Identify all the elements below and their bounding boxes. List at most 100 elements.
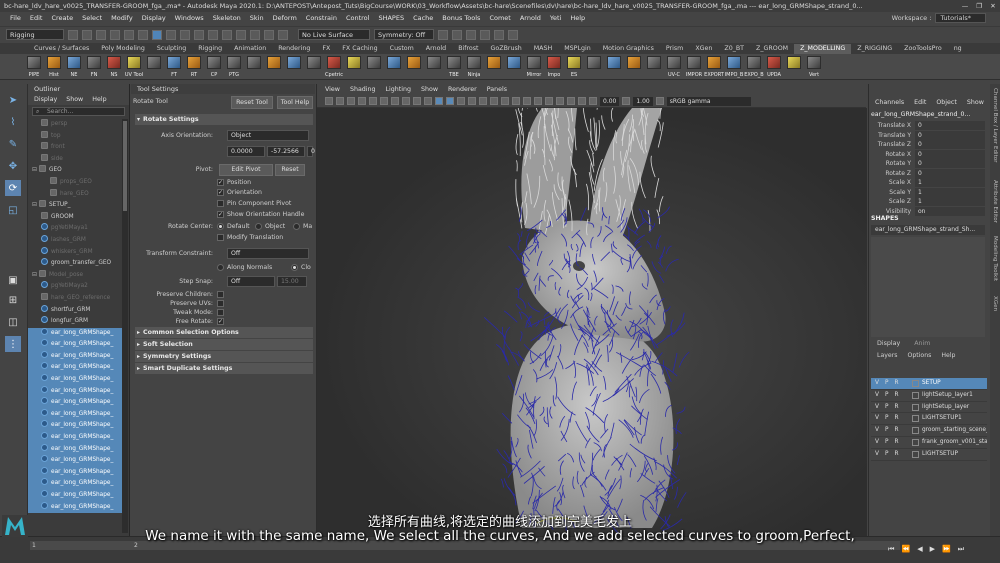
shelf-button[interactable]: Hist [46,55,62,78]
shelf-tab-z-groom[interactable]: Z_GROOM [750,44,794,54]
shelf-button[interactable]: Cpetric [325,55,343,78]
layer-menu-help[interactable]: Help [941,352,955,359]
mask-curves-icon[interactable] [180,29,190,40]
shelf-tab-bifrost[interactable]: Bifrost [452,44,484,54]
reset-pivot-button[interactable]: Reset [275,164,305,176]
outliner-row[interactable]: props_GEO [28,176,122,189]
layer-row[interactable]: VPR LIGHTSETUP [871,449,987,461]
channel-attribute-value[interactable]: 0 [915,149,985,159]
outliner-row[interactable]: ear_long_GRMShape_ [28,408,122,421]
menu-set-dropdown[interactable]: Rigging [6,29,64,40]
shelf-button[interactable]: FN [86,55,102,78]
viewport-menu-lighting[interactable]: Lighting [386,84,411,95]
paint-select-icon[interactable]: ✎ [5,136,21,152]
shelf-button[interactable]: ES [566,55,582,78]
shelf-tab-animation[interactable]: Animation [228,44,272,54]
menu-select[interactable]: Select [82,14,102,22]
camera-attr-icon[interactable] [336,97,344,105]
shelf-button[interactable] [786,55,802,78]
outliner-row[interactable]: ⊟ SETUP_ [28,200,122,212]
layer-vpr-toggles[interactable]: VPR [875,378,905,389]
shelf-tab-curves-surfaces[interactable]: Curves / Surfaces [28,44,95,54]
shelf-tab-arnold[interactable]: Arnold [420,44,452,54]
preserve-uvs-checkbox[interactable] [217,300,224,307]
edit-pivot-button[interactable]: Edit Pivot [219,164,273,176]
layer-vpr-toggles[interactable]: VPR [875,449,905,460]
shelf-tab-z-rigging[interactable]: Z_RIGGING [851,44,898,54]
layer-vpr-toggles[interactable]: VPR [875,413,905,424]
shelf-button[interactable] [286,55,302,78]
outliner-scrollbar[interactable] [122,119,128,533]
select-hierarchy-icon[interactable] [138,29,148,40]
menu-help[interactable]: Help [570,14,585,22]
shelf-tab-rigging[interactable]: Rigging [192,44,228,54]
exposure-icon[interactable] [589,97,597,105]
shelf-button[interactable]: Mirror [526,55,542,78]
rotate-tool-icon[interactable]: ⟳ [5,180,21,196]
outliner-row[interactable]: persp [28,119,122,131]
tweak-mode-checkbox[interactable] [217,309,224,316]
move-tool-icon[interactable]: ✥ [5,158,21,174]
minimize-button[interactable]: — [958,0,972,12]
exposure-field[interactable]: 0.00 [600,96,620,106]
outliner-row[interactable]: ear_long_GRMShape_ [28,350,122,363]
shelf-button[interactable] [386,55,402,78]
lasso-tool-icon[interactable]: ⌇ [5,114,21,130]
layer-color-swatch[interactable] [912,427,919,435]
shelf-button[interactable]: EXPORT [704,55,724,78]
shelf-tab-zootoolspro[interactable]: ZooToolsPro [898,44,948,54]
outliner-row[interactable]: ear_long_GRMShape_ [28,385,122,398]
channel-menu-edit[interactable]: Edit [914,99,926,106]
outliner-menu-help[interactable]: Help [92,94,106,105]
channel-menu-channels[interactable]: Channels [875,99,904,106]
outliner-row[interactable]: ear_long_GRMShape_ [28,478,122,490]
channel-attribute-value[interactable]: on [915,206,985,216]
lights-icon[interactable] [479,97,487,105]
reset-tool-button[interactable]: Reset Tool [231,96,273,109]
outliner-row[interactable]: ear_long_GRMShape_ [28,455,122,467]
layer-vpr-toggles[interactable]: VPR [875,425,905,436]
scrollbar-thumb[interactable] [123,121,127,211]
ipr-icon[interactable] [466,29,476,40]
select-object-icon[interactable] [152,29,162,40]
pin-component-checkbox[interactable] [217,200,224,207]
layer-vpr-toggles[interactable]: VPR [875,437,905,448]
viewport-menu-shading[interactable]: Shading [350,84,376,95]
resolution-gate-icon[interactable] [391,97,399,105]
outliner-row[interactable]: ear_long_GRMShape_ [28,327,122,340]
textured-icon[interactable] [468,97,476,105]
layer-row[interactable]: VPR lightSetup_layer1 [871,390,987,402]
channel-attribute-row[interactable]: Scale Z 1 [869,197,987,207]
symmetry-dropdown[interactable]: Symmetry: Off [374,29,434,40]
xray-icon[interactable] [556,97,564,105]
shelf-button[interactable] [246,55,262,78]
outliner-row[interactable]: ear_long_GRMShape_ [28,432,122,444]
motion-blur-icon[interactable] [512,97,520,105]
view-transform-dropdown[interactable]: sRGB gamma [666,96,751,106]
viewport-menu-panels[interactable]: Panels [487,84,507,95]
shelf-tab-prism[interactable]: Prism [660,44,689,54]
wireframe-on-shaded-icon[interactable] [457,97,465,105]
viewport-scene[interactable] [317,75,867,536]
menu-skin[interactable]: Skin [250,14,264,22]
outliner-row[interactable]: ⊟ GEO [28,165,122,177]
rotate-settings-section[interactable]: Rotate Settings [135,114,313,125]
outliner-row[interactable]: GROOM [28,211,122,224]
grid-icon[interactable] [369,97,377,105]
select-component-icon[interactable] [166,29,176,40]
shelf-button[interactable] [486,55,502,78]
shelf-button[interactable] [306,55,322,78]
axis-orientation-dropdown[interactable]: Object [227,130,309,141]
free-rotate-checkbox[interactable]: ✓ [217,318,224,325]
outliner-row[interactable]: ear_long_GRMShape_ [28,443,122,456]
menu-cache[interactable]: Cache [413,14,433,22]
channel-attribute-value[interactable]: 0 [915,159,985,168]
shelf-tab-fx-caching[interactable]: FX Caching [336,44,383,54]
layer-color-swatch[interactable] [912,415,919,423]
undo-icon[interactable] [110,29,120,40]
along-normals-radio[interactable] [217,264,224,271]
shelf-tab-ng[interactable]: ng [948,44,968,54]
outliner-row[interactable]: ⊟ Model_pose [28,269,122,282]
backface-icon[interactable] [578,97,586,105]
camera-icon[interactable] [325,97,333,105]
